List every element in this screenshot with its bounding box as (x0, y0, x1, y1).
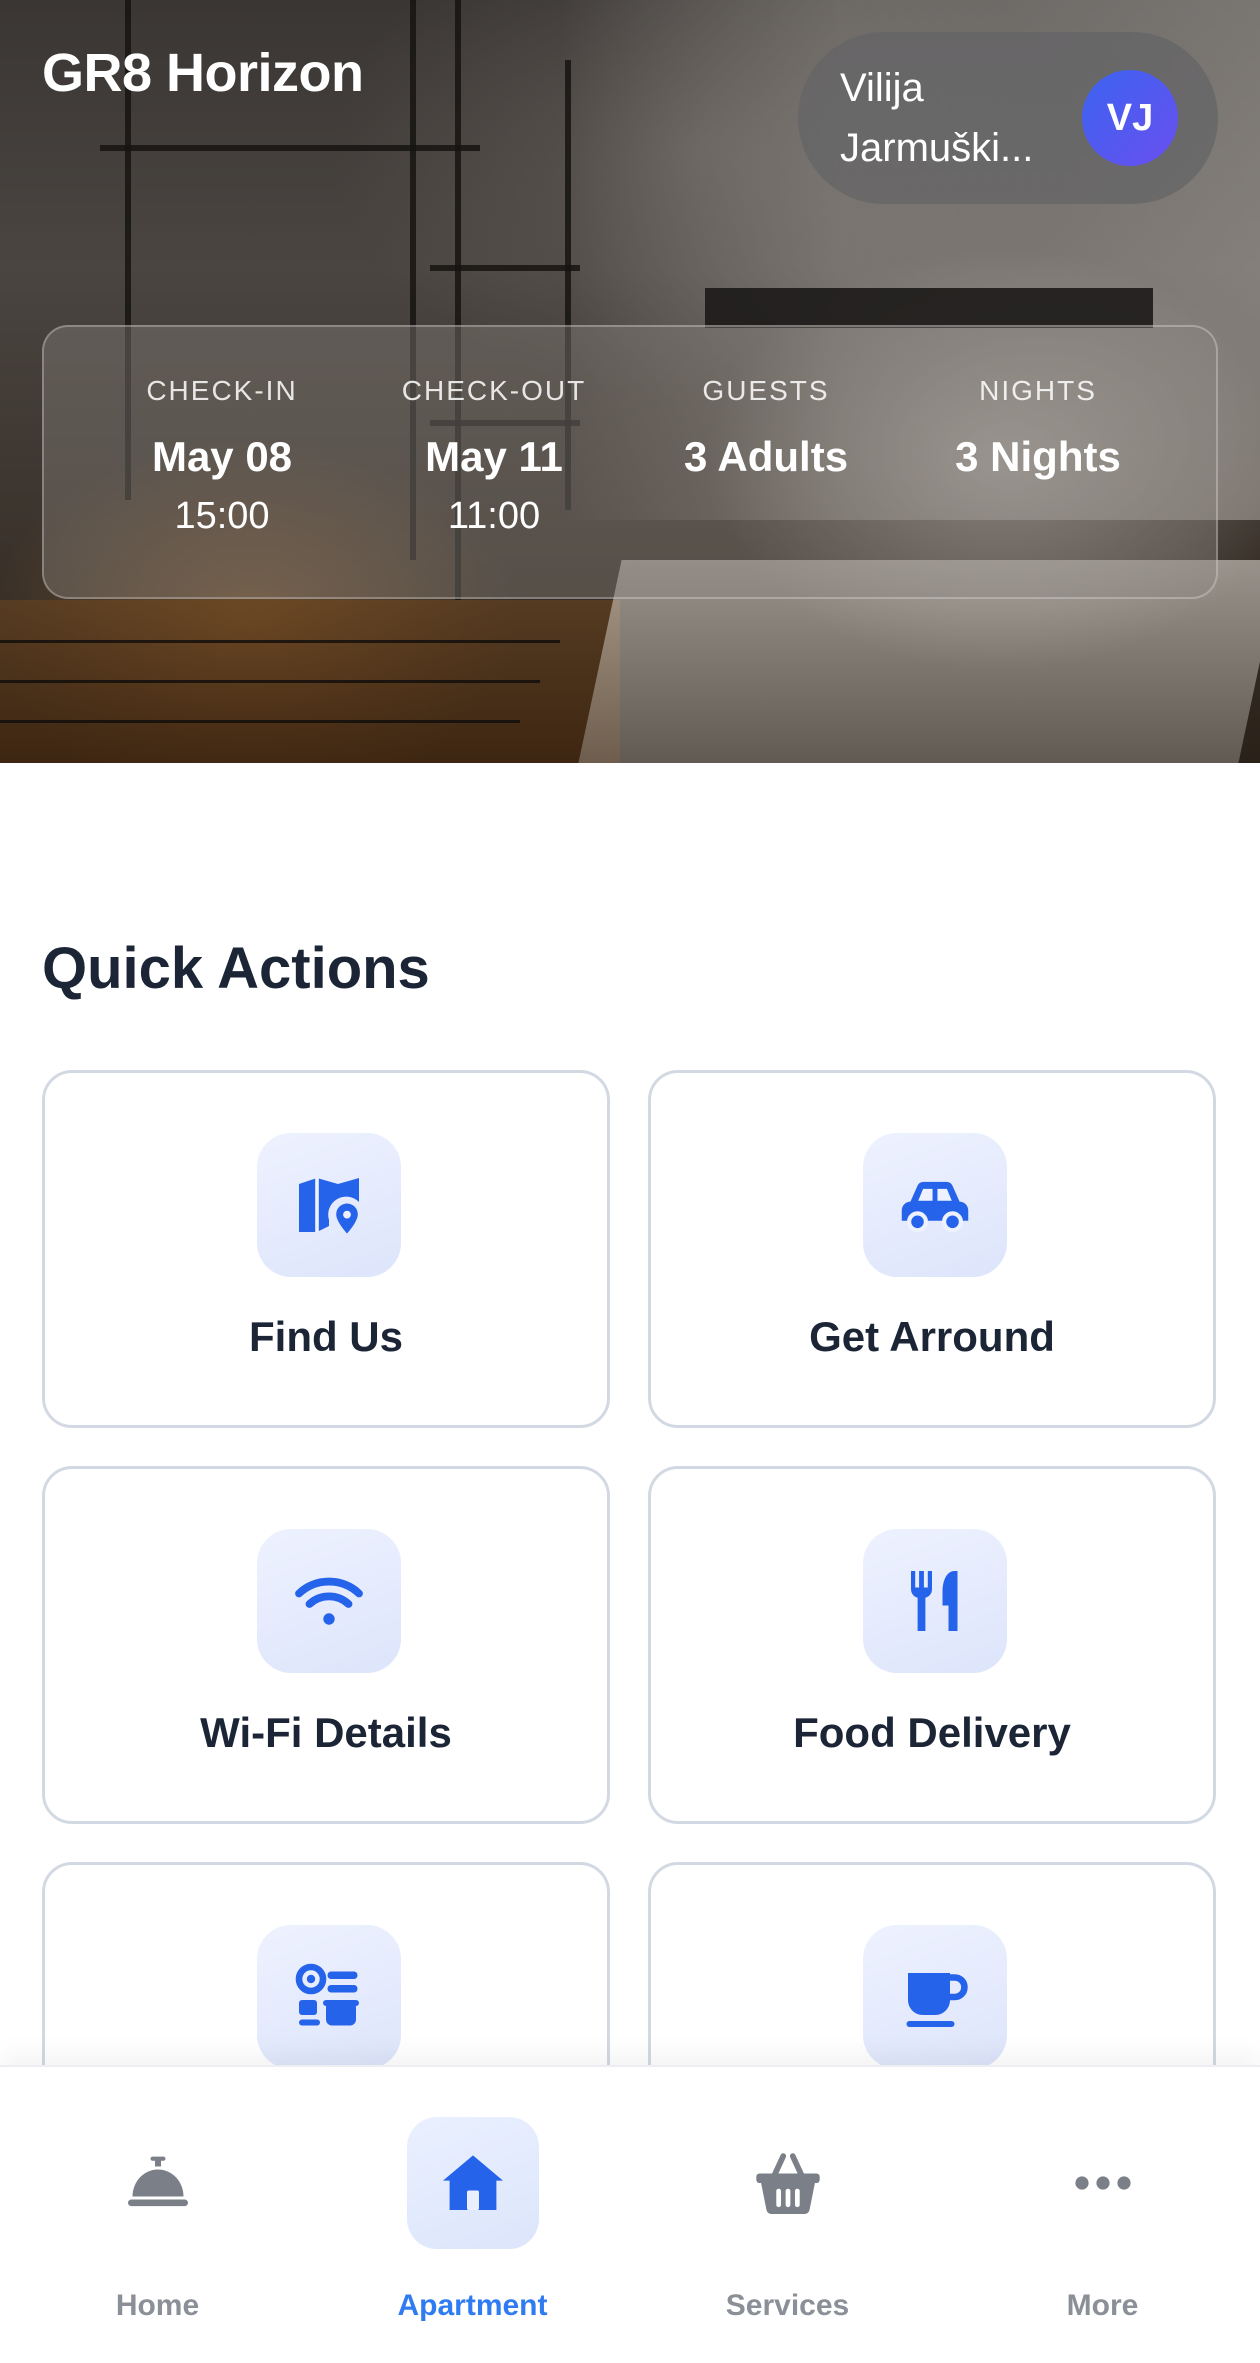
basket-icon (722, 2117, 854, 2249)
nav-label: More (1066, 2289, 1139, 2322)
stay-label: CHECK-OUT (401, 375, 587, 406)
more-icon (1037, 2117, 1169, 2249)
stay-time: 11:00 (447, 495, 541, 537)
quick-action-label: Food Delivery (793, 1709, 1071, 1756)
stay-check-out: CHECK-OUT May 11 11:00 (358, 327, 630, 597)
quick-action-food-delivery[interactable]: Food Delivery (648, 1466, 1216, 1824)
hotel-name: GR8 Horizon (42, 43, 364, 103)
user-profile-button[interactable]: Vilija Jarmuški... VJ (798, 32, 1218, 204)
quick-action-label: Get Arround (809, 1313, 1055, 1360)
stay-label: GUESTS (702, 375, 830, 406)
nav-label: Home (115, 2289, 200, 2322)
stay-value: 3 Adults (683, 433, 849, 480)
stay-value: May 11 (425, 433, 563, 480)
kitchen-appliances-icon (257, 1925, 401, 2069)
stay-label: CHECK-IN (146, 375, 298, 406)
user-name: Vilija Jarmuški... (840, 58, 1070, 178)
car-icon (863, 1133, 1007, 1277)
quick-action-find-us[interactable]: Find Us (42, 1070, 610, 1428)
quick-actions-title: Quick Actions (42, 936, 430, 1001)
stay-label: NIGHTS (979, 375, 1097, 406)
coffee-cup-icon (863, 1925, 1007, 2069)
user-last-name: Jarmuški... (840, 126, 1034, 170)
house-icon (407, 2117, 539, 2249)
nav-item-home[interactable]: Home (0, 2067, 315, 2363)
quick-action-label: Find Us (249, 1313, 403, 1360)
bell-icon (92, 2117, 224, 2249)
nav-label: Services (725, 2289, 850, 2322)
quick-action-label: Wi-Fi Details (200, 1709, 452, 1756)
nav-label: Apartment (397, 2289, 548, 2322)
stay-nights: NIGHTS 3 Nights (902, 327, 1174, 597)
stay-check-in: CHECK-IN May 08 15:00 (86, 327, 358, 597)
quick-action-wifi[interactable]: Wi-Fi Details (42, 1466, 610, 1824)
stay-value: May 08 (151, 433, 293, 480)
nav-item-more[interactable]: More (945, 2067, 1260, 2363)
stay-time: 15:00 (174, 495, 270, 537)
nav-item-apartment[interactable]: Apartment (315, 2067, 630, 2363)
map-pin-icon (257, 1133, 401, 1277)
stay-value: 3 Nights (955, 433, 1121, 480)
stay-guests: GUESTS 3 Adults (630, 327, 902, 597)
wifi-icon (257, 1529, 401, 1673)
user-first-name: Vilija (840, 66, 924, 110)
hero-banner: GR8 Horizon Vilija Jarmuški... VJ CHECK-… (0, 0, 1260, 763)
utensils-icon (863, 1529, 1007, 1673)
stay-summary-card: CHECK-IN May 08 15:00 CHECK-OUT May 11 1… (42, 325, 1218, 599)
nav-item-services[interactable]: Services (630, 2067, 945, 2363)
avatar[interactable]: VJ (1082, 70, 1178, 166)
quick-action-get-around[interactable]: Get Arround (648, 1070, 1216, 1428)
bottom-navigation: Home Apartment Services More (0, 2065, 1260, 2363)
